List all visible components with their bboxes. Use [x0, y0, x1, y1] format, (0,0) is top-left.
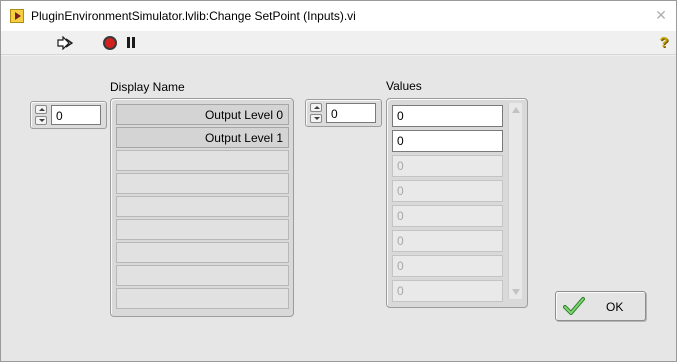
display-name-element[interactable] — [116, 265, 289, 286]
help-icon[interactable]: ? — [657, 34, 671, 52]
abort-icon[interactable] — [103, 36, 117, 50]
display-name-element[interactable]: Output Level 0 — [116, 104, 289, 125]
value-element[interactable]: 0 — [392, 180, 503, 202]
ok-button[interactable]: OK — [555, 291, 646, 321]
index-input[interactable]: 0 — [51, 105, 101, 125]
ok-label: OK — [606, 300, 624, 314]
display-name-element[interactable] — [116, 219, 289, 240]
increment-button[interactable] — [310, 103, 322, 112]
index-spinner — [35, 105, 47, 125]
values-scrollbar[interactable] — [508, 103, 522, 299]
value-element[interactable]: 0 — [392, 280, 503, 302]
display-name-element[interactable] — [116, 242, 289, 263]
display-name-element[interactable]: Output Level 1 — [116, 127, 289, 148]
value-element[interactable]: 0 — [392, 255, 503, 277]
toolbar: ? — [1, 31, 676, 55]
values-label: Values — [386, 79, 422, 93]
decrement-button[interactable] — [35, 116, 47, 125]
pause-icon[interactable] — [126, 37, 136, 48]
display-name-element[interactable] — [116, 150, 289, 171]
value-element[interactable]: 0 — [392, 155, 503, 177]
value-element[interactable]: 0 — [392, 105, 503, 127]
run-continuously-icon[interactable] — [57, 36, 73, 50]
window-title: PluginEnvironmentSimulator.lvlib:Change … — [31, 9, 356, 23]
increment-button[interactable] — [35, 105, 47, 114]
value-element[interactable]: 0 — [392, 230, 503, 252]
values-index: 0 — [305, 99, 382, 127]
value-element[interactable]: 0 — [392, 205, 503, 227]
value-element[interactable]: 0 — [392, 130, 503, 152]
display-name-element[interactable] — [116, 196, 289, 217]
front-panel: Display Name 0 Output Level 0 Output Lev… — [1, 56, 676, 361]
checkmark-icon — [563, 297, 585, 315]
display-name-label: Display Name — [110, 80, 185, 94]
vi-window: PluginEnvironmentSimulator.lvlib:Change … — [0, 0, 677, 362]
display-name-array: Output Level 0 Output Level 1 — [110, 98, 294, 317]
labview-vi-icon — [10, 9, 24, 23]
index-input[interactable]: 0 — [326, 103, 376, 123]
title-bar: PluginEnvironmentSimulator.lvlib:Change … — [1, 1, 676, 31]
scroll-up-icon[interactable] — [512, 107, 520, 113]
display-name-element[interactable] — [116, 288, 289, 309]
decrement-button[interactable] — [310, 114, 322, 123]
close-button[interactable]: ✕ — [651, 5, 671, 25]
index-spinner — [310, 103, 322, 123]
display-name-element[interactable] — [116, 173, 289, 194]
display-name-index: 0 — [30, 101, 107, 129]
values-array: 0 0 0 0 0 0 0 0 — [386, 98, 528, 308]
scroll-down-icon[interactable] — [512, 289, 520, 295]
